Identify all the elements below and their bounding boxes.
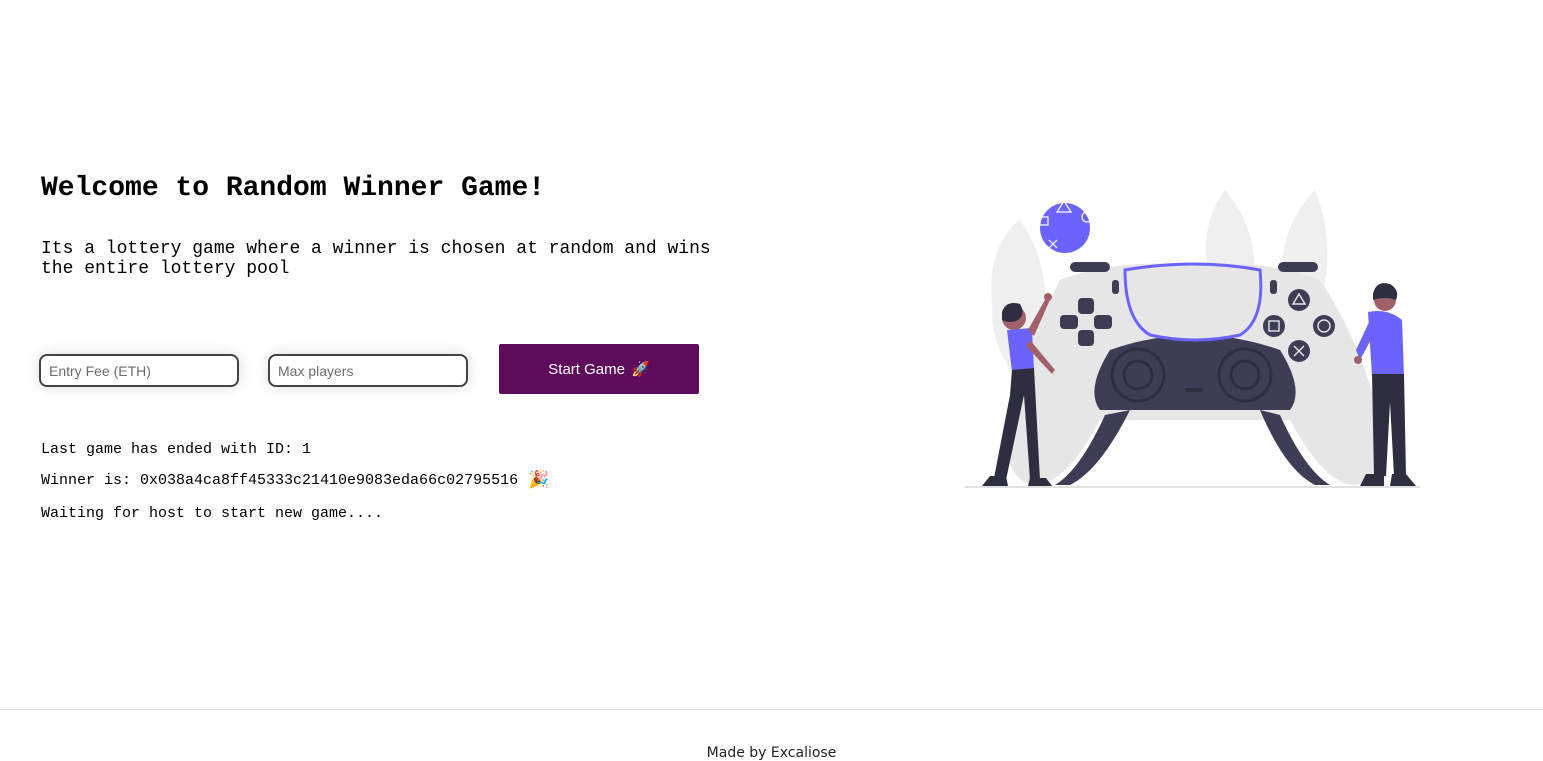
page-title: Welcome to Random Winner Game! (41, 173, 546, 204)
game-controller-illustration (965, 190, 1420, 488)
start-game-button[interactable]: Start Game 🚀 (499, 344, 699, 394)
playstation-symbols-bubble (1039, 199, 1093, 253)
controller-body (1007, 262, 1383, 485)
entry-fee-input[interactable] (39, 354, 239, 387)
last-game-status: Last game has ended with ID: 1 (41, 441, 312, 458)
start-game-label: Start Game (548, 360, 625, 378)
main-section: Welcome to Random Winner Game! Its a lot… (0, 0, 1543, 709)
max-players-input[interactable] (268, 354, 468, 387)
footer-text: Made by Excaliose (706, 745, 837, 761)
rocket-icon: 🚀 (631, 360, 650, 378)
page-description: Its a lottery game where a winner is cho… (41, 239, 711, 279)
waiting-status: Waiting for host to start new game.... (41, 505, 384, 522)
page-footer: Made by Excaliose (0, 709, 1543, 761)
party-popper-icon: 🎉 (528, 471, 550, 491)
winner-text: Winner is: 0x038a4ca8ff45333c21410e9083e… (41, 472, 519, 489)
winner-status: Winner is: 0x038a4ca8ff45333c21410e9083e… (41, 472, 549, 490)
